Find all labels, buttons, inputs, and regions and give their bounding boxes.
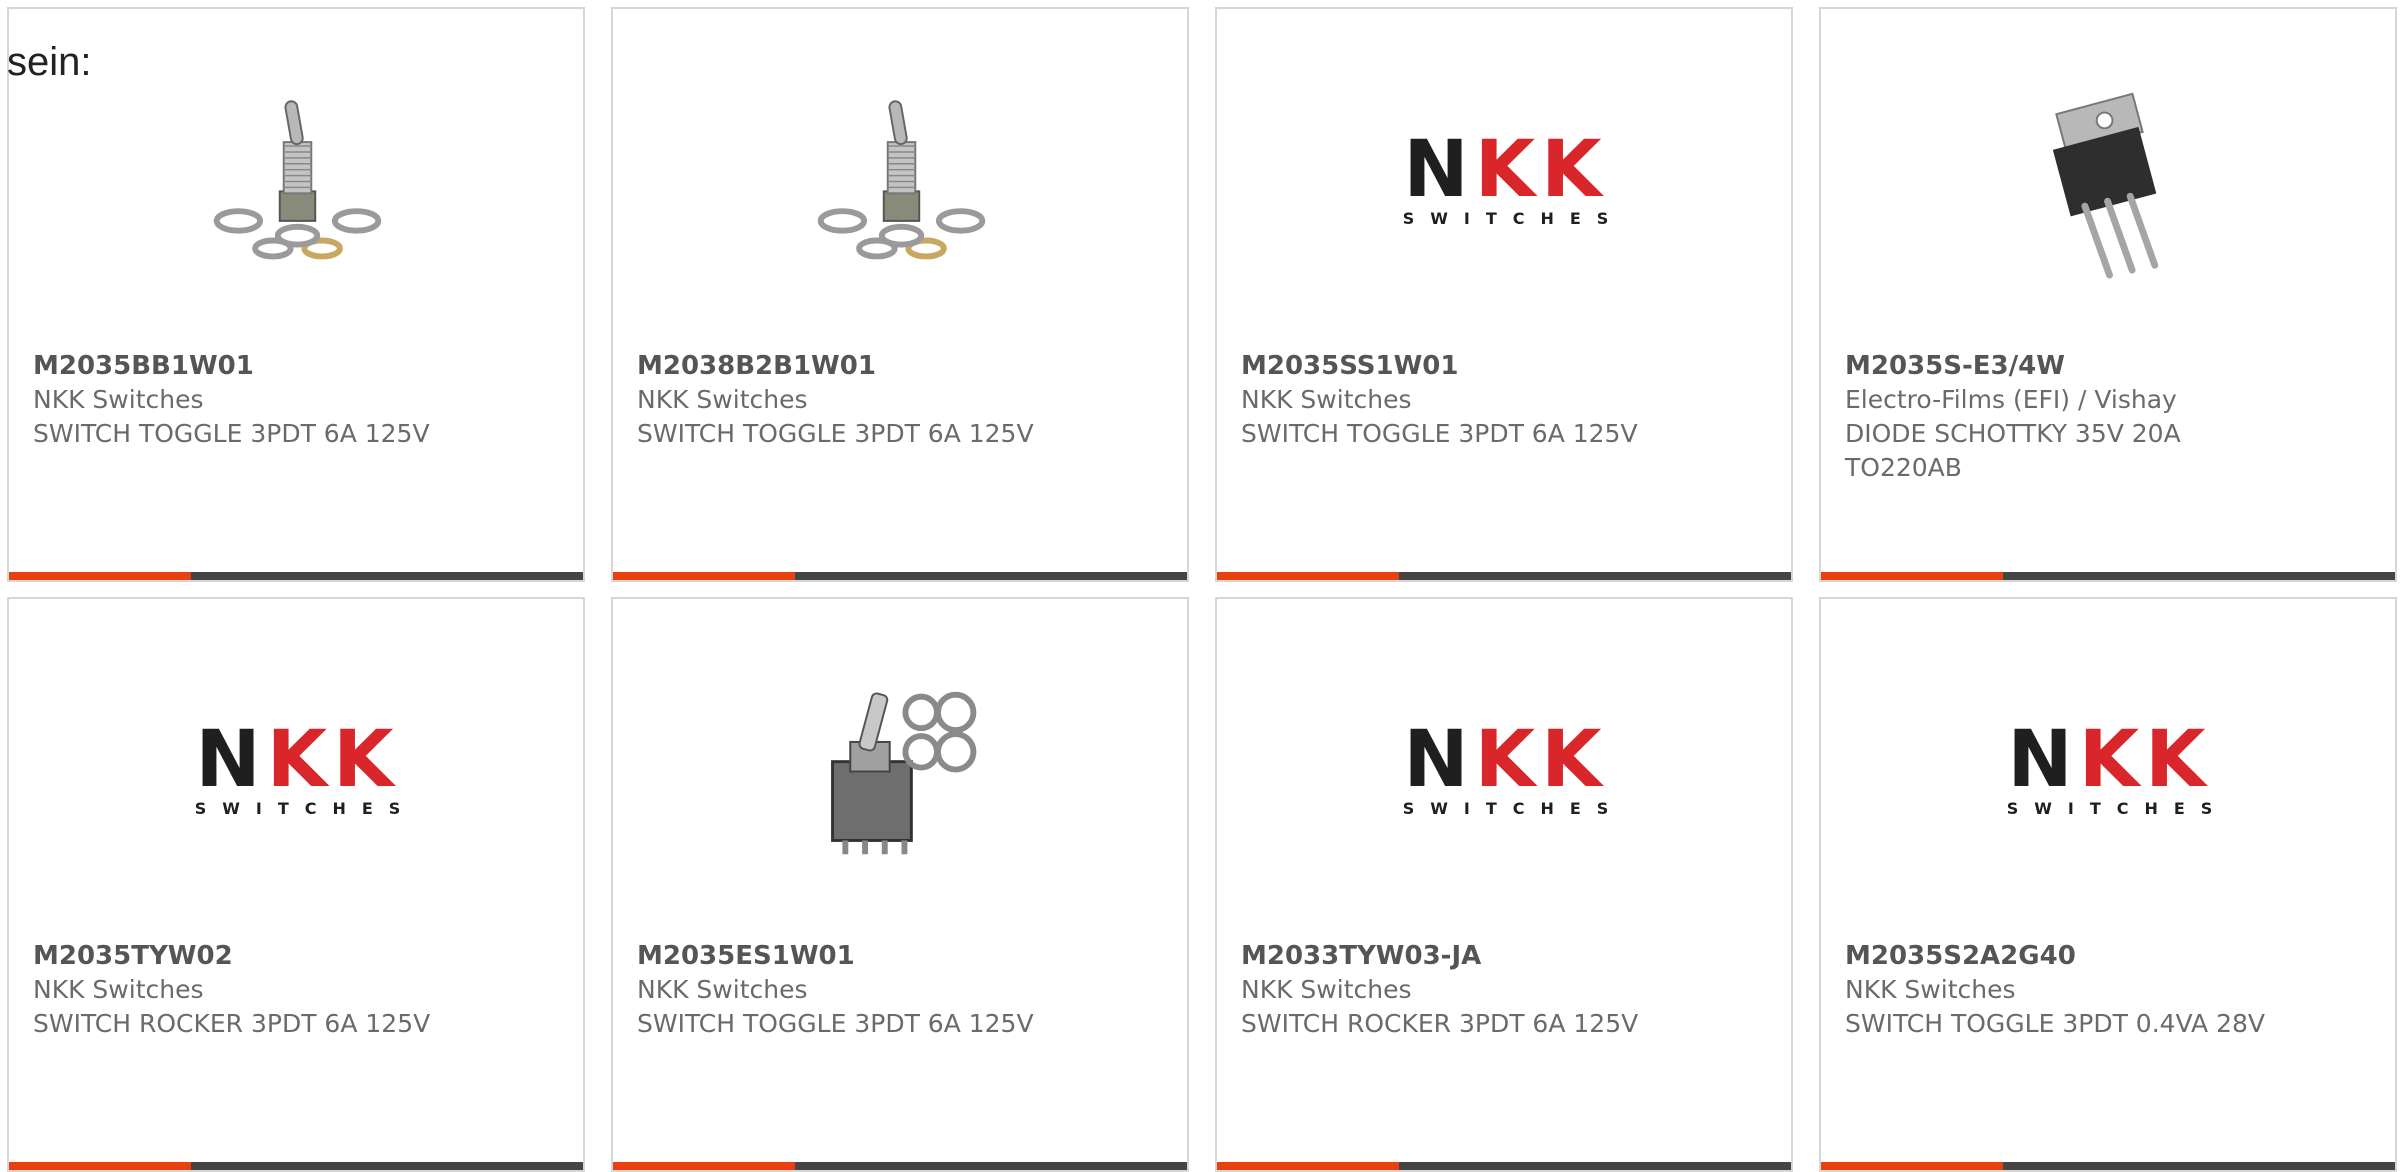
nkk-logo-letter: K: [266, 715, 334, 805]
to220-diode-photo-icon-graphic: [2052, 92, 2159, 279]
card-footer-accent: [1821, 572, 2003, 580]
nkk-logo-subtitle: SWITCHES: [1402, 209, 1625, 228]
product-info: M2035BB1W01 NKK Switches SWITCH TOGGLE 3PD…: [33, 349, 453, 451]
nkk-logo-letter: K: [1474, 125, 1542, 215]
product-info: M2035TYW02 NKK Switches SWITCH ROCKER 3PDT…: [33, 939, 453, 1041]
card-footer-accent: [1217, 1162, 1399, 1170]
product-manufacturer: Electro-Films (EFI) / Vishay: [1845, 385, 2177, 414]
product-manufacturer: NKK Switches: [1241, 975, 1412, 1004]
product-card[interactable]: M2038B2B1W01 NKK Switches SWITCH TOGGLE 3P…: [611, 7, 1189, 582]
product-manufacturer: NKK Switches: [33, 385, 204, 414]
nkk-logo-letter: K: [2145, 715, 2212, 805]
product-part-number[interactable]: M2038B2B1W01: [637, 349, 1057, 383]
nkk-logo-letters: NKK: [2007, 721, 2211, 799]
card-footer-accent: [613, 1162, 795, 1170]
card-footer-bar: [1217, 572, 1791, 580]
product-part-number[interactable]: M2035ES1W01: [637, 939, 1057, 973]
product-part-number[interactable]: M2035SS1W01: [1241, 349, 1661, 383]
to220-diode-photo-icon[interactable]: [2011, 83, 2208, 280]
nkk-logo: NKK SWITCHES: [1387, 721, 1625, 818]
nkk-logo-subtitle: SWITCHES: [2006, 799, 2229, 818]
card-footer-bar: [1821, 572, 2395, 580]
nkk-logo-letter: N: [1403, 715, 1475, 805]
product-card[interactable]: M2035S-E3/4W Electro-Films (EFI) / Vishay…: [1819, 7, 2397, 582]
product-info: M2035ES1W01 NKK Switches SWITCH TOGGLE 3PD…: [637, 939, 1057, 1041]
product-image-nkk-logo[interactable]: NKK SWITCHES: [2007, 673, 2213, 870]
product-description: SWITCH TOGGLE 3PDT 6A 125V: [33, 419, 430, 448]
product-manufacturer: NKK Switches: [1845, 975, 2016, 1004]
toggle-switch-photo-icon[interactable]: [803, 83, 1000, 280]
card-footer-accent: [9, 572, 191, 580]
product-image-nkk-logo[interactable]: NKK SWITCHES: [1403, 673, 1609, 870]
nkk-logo-letter: K: [1541, 125, 1608, 215]
nkk-logo: NKK SWITCHES: [1991, 721, 2229, 818]
toggle-switch-photo-icon[interactable]: [199, 83, 396, 280]
product-card[interactable]: NKK SWITCHES M2033TYW03-JA NKK Switches SWIT…: [1215, 597, 1793, 1172]
toggle-switch-kit-photo-icon[interactable]: [803, 673, 1000, 870]
card-footer-accent: [1821, 1162, 2003, 1170]
product-manufacturer: NKK Switches: [637, 975, 808, 1004]
nkk-logo: NKK SWITCHES: [1387, 131, 1625, 228]
card-footer-accent: [1217, 572, 1399, 580]
card-footer-bar: [613, 1162, 1187, 1170]
product-card[interactable]: NKK SWITCHES M2035TYW02 NKK Switches SWITCH …: [7, 597, 585, 1172]
nkk-logo-letters: NKK: [195, 721, 399, 799]
product-manufacturer: NKK Switches: [637, 385, 808, 414]
product-info: M2035SS1W01 NKK Switches SWITCH TOGGLE 3PD…: [1241, 349, 1661, 451]
product-part-number[interactable]: M2035S-E3/4W: [1845, 349, 2265, 383]
card-footer-bar: [613, 572, 1187, 580]
product-description: SWITCH ROCKER 3PDT 6A 125V: [1241, 1009, 1639, 1038]
toggle-switch-photo-icon-graphic: [817, 100, 986, 260]
product-image-nkk-logo[interactable]: NKK SWITCHES: [195, 673, 401, 870]
nkk-logo-subtitle: SWITCHES: [1402, 799, 1625, 818]
product-description: DIODE SCHOTTKY 35V 20A TO220AB: [1845, 419, 2181, 482]
nkk-logo-letter: N: [2007, 715, 2079, 805]
product-manufacturer: NKK Switches: [33, 975, 204, 1004]
nkk-logo-letter: K: [1474, 715, 1542, 805]
toggle-switch-photo-icon-graphic: [213, 100, 382, 260]
nkk-logo-letter: K: [333, 715, 400, 805]
product-info: M2035S-E3/4W Electro-Films (EFI) / Vishay…: [1845, 349, 2265, 485]
product-description: SWITCH TOGGLE 3PDT 6A 125V: [1241, 419, 1638, 448]
nkk-logo-letter: N: [1403, 125, 1475, 215]
product-info: M2038B2B1W01 NKK Switches SWITCH TOGGLE 3P…: [637, 349, 1057, 451]
intro-text: sein:: [7, 40, 92, 84]
nkk-logo-letter: K: [2078, 715, 2146, 805]
product-part-number[interactable]: M2033TYW03-JA: [1241, 939, 1661, 973]
product-manufacturer: NKK Switches: [1241, 385, 1412, 414]
nkk-logo-letter: N: [195, 715, 267, 805]
product-description: SWITCH TOGGLE 3PDT 6A 125V: [637, 419, 1034, 448]
product-info: M2035S2A2G40 NKK Switches SWITCH TOGGLE 3P…: [1845, 939, 2265, 1041]
product-grid: M2035BB1W01 NKK Switches SWITCH TOGGLE 3PD…: [0, 0, 2407, 1172]
card-footer-accent: [613, 572, 795, 580]
product-card[interactable]: M2035BB1W01 NKK Switches SWITCH TOGGLE 3PD…: [7, 7, 585, 582]
product-description: SWITCH TOGGLE 3PDT 0.4VA 28V: [1845, 1009, 2266, 1038]
toggle-switch-kit-photo-icon-graphic: [831, 691, 977, 855]
card-footer-bar: [9, 1162, 583, 1170]
card-footer-bar: [1821, 1162, 2395, 1170]
nkk-logo-subtitle: SWITCHES: [194, 799, 417, 818]
card-footer-accent: [9, 1162, 191, 1170]
card-footer-bar: [1217, 1162, 1791, 1170]
nkk-logo-letters: NKK: [1403, 131, 1607, 209]
nkk-logo-letter: K: [1541, 715, 1608, 805]
product-image-nkk-logo[interactable]: NKK SWITCHES: [1403, 83, 1609, 280]
product-card[interactable]: M2035ES1W01 NKK Switches SWITCH TOGGLE 3PD…: [611, 597, 1189, 1172]
product-description: SWITCH TOGGLE 3PDT 6A 125V: [637, 1009, 1034, 1038]
product-info: M2033TYW03-JA NKK Switches SWITCH ROCKER 3…: [1241, 939, 1661, 1041]
card-footer-bar: [9, 572, 583, 580]
product-card[interactable]: NKK SWITCHES M2035SS1W01 NKK Switches SWITCH…: [1215, 7, 1793, 582]
product-part-number[interactable]: M2035BB1W01: [33, 349, 453, 383]
product-description: SWITCH ROCKER 3PDT 6A 125V: [33, 1009, 431, 1038]
product-part-number[interactable]: M2035TYW02: [33, 939, 453, 973]
product-card[interactable]: NKK SWITCHES M2035S2A2G40 NKK Switches SWITC…: [1819, 597, 2397, 1172]
nkk-logo-letters: NKK: [1403, 721, 1607, 799]
nkk-logo: NKK SWITCHES: [179, 721, 417, 818]
product-part-number[interactable]: M2035S2A2G40: [1845, 939, 2265, 973]
